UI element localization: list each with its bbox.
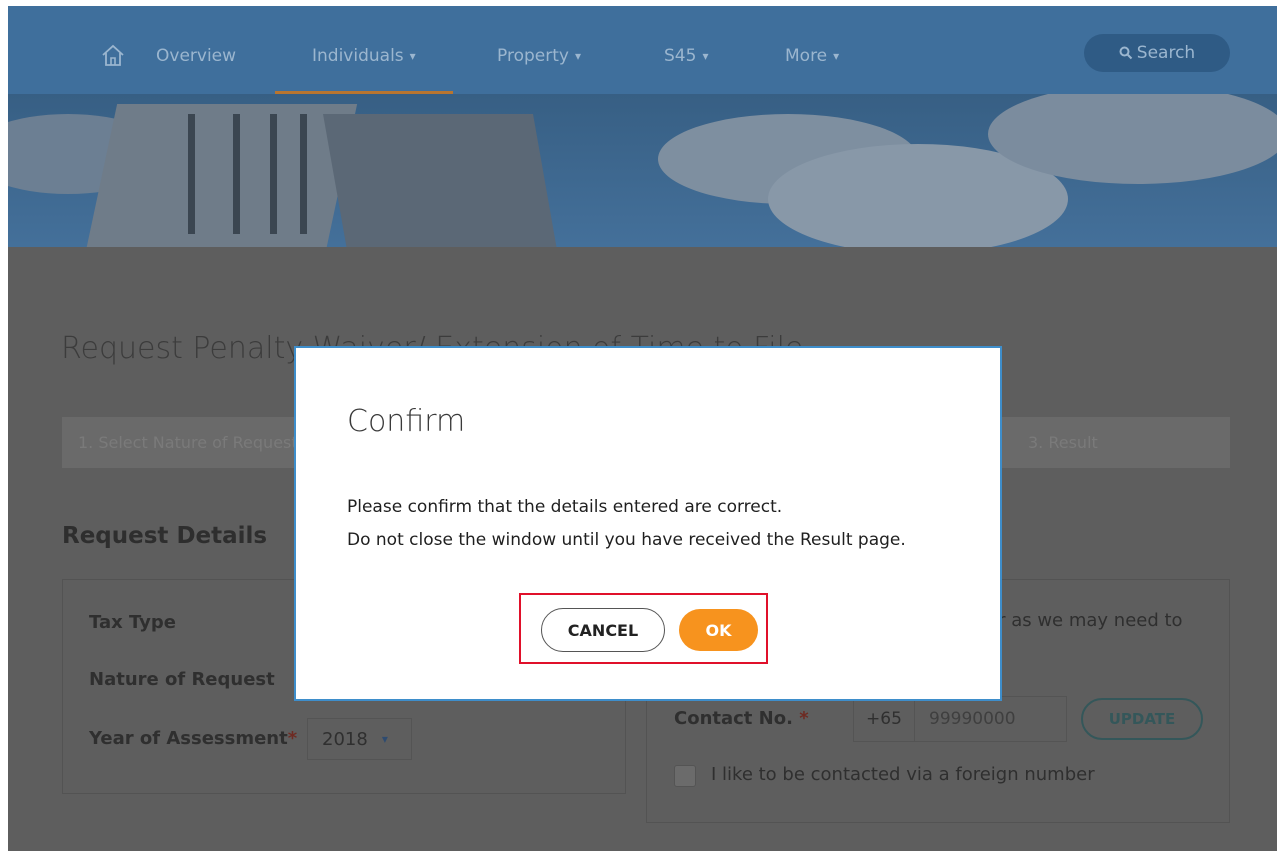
- home-icon[interactable]: [100, 42, 126, 68]
- dialog-title: Confirm: [347, 404, 466, 439]
- tax-type-label: Tax Type: [89, 612, 176, 633]
- contact-label-text: Contact No.: [674, 708, 793, 729]
- chevron-down-icon: ▾: [702, 49, 709, 63]
- hero-banner: [8, 94, 1277, 247]
- contact-note-text: er as we may need to: [987, 610, 1183, 631]
- update-button[interactable]: UPDATE: [1081, 698, 1203, 740]
- search-icon: [1119, 46, 1133, 60]
- nav-more-label: More: [785, 46, 828, 66]
- chevron-down-icon: ▾: [574, 49, 581, 63]
- chevron-down-icon: ▾: [833, 49, 840, 63]
- required-mark: *: [287, 728, 298, 749]
- confirm-dialog: Confirm Please confirm that the details …: [294, 346, 1002, 701]
- nav-property-label: Property: [497, 46, 569, 66]
- step-1: 1. Select Nature of Request: [78, 433, 298, 452]
- section-title: Request Details: [62, 523, 268, 549]
- ok-button[interactable]: OK: [679, 609, 758, 651]
- top-navbar: Overview Individuals ▾ Property ▾ S45 ▾ …: [8, 6, 1277, 94]
- search-button[interactable]: Search: [1084, 34, 1230, 72]
- foreign-number-label: I like to be contacted via a foreign num…: [711, 764, 1095, 785]
- foreign-number-checkbox[interactable]: [674, 765, 696, 787]
- chevron-down-icon: ▾: [381, 732, 388, 746]
- contact-no-label: Contact No. *: [674, 708, 809, 729]
- nav-overview-label: Overview: [156, 46, 237, 66]
- year-of-assessment-select[interactable]: 2018 ▾: [307, 718, 412, 760]
- nav-s45[interactable]: S45 ▾: [664, 34, 708, 78]
- dialog-message-line1: Please confirm that the details entered …: [347, 497, 783, 517]
- nav-overview[interactable]: Overview: [156, 34, 236, 78]
- nav-property[interactable]: Property ▾: [497, 34, 581, 78]
- contact-number-input[interactable]: 99990000: [915, 696, 1067, 742]
- dialog-message-line2: Do not close the window until you have r…: [347, 530, 906, 550]
- nature-of-request-label: Nature of Request: [89, 669, 275, 690]
- step-3: 3. Result: [1028, 433, 1098, 452]
- yoa-value: 2018: [322, 728, 368, 750]
- nav-s45-label: S45: [664, 46, 697, 66]
- yoa-label-text: Year of Assessment: [89, 728, 288, 749]
- building-image: [78, 104, 358, 247]
- nav-individuals[interactable]: Individuals ▾: [275, 34, 453, 94]
- chevron-down-icon: ▾: [409, 49, 416, 63]
- nav-individuals-label: Individuals: [312, 46, 404, 66]
- required-mark: *: [799, 708, 809, 729]
- nav-more[interactable]: More ▾: [785, 34, 839, 78]
- cancel-button[interactable]: CANCEL: [541, 608, 665, 652]
- year-of-assessment-label: Year of Assessment*: [89, 728, 297, 749]
- search-label: Search: [1136, 43, 1196, 63]
- country-code: +65: [853, 696, 915, 742]
